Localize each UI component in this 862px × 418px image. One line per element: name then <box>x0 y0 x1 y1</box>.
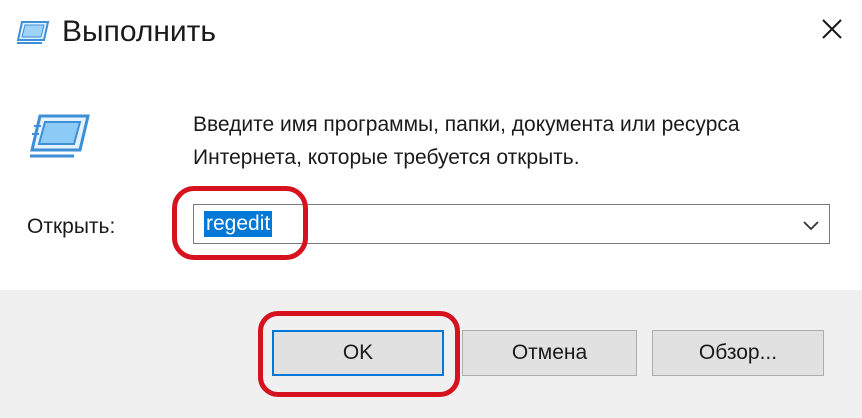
window-title: Выполнить <box>62 15 217 48</box>
close-icon <box>821 18 843 45</box>
open-label: Открыть: <box>27 215 116 238</box>
title-bar: Выполнить <box>0 0 862 66</box>
instruction-text: Введите имя программы, папки, документа … <box>193 108 853 174</box>
instruction-line-1: Введите имя программы, папки, документа … <box>193 113 740 136</box>
run-dialog: Выполнить Введите имя программы, папки, … <box>0 0 862 418</box>
dialog-content <box>0 66 862 290</box>
run-dialog-icon <box>28 112 92 162</box>
highlight-annotation-ok <box>258 311 460 397</box>
cancel-button[interactable]: Отмена <box>462 330 637 376</box>
instruction-line-2: Интернета, которые требуется открыть. <box>193 146 580 169</box>
browse-button[interactable]: Обзор... <box>652 330 824 376</box>
close-button[interactable] <box>802 0 862 62</box>
chevron-down-icon[interactable] <box>801 215 821 235</box>
highlight-annotation-input <box>172 186 308 260</box>
run-dialog-icon <box>16 19 50 45</box>
